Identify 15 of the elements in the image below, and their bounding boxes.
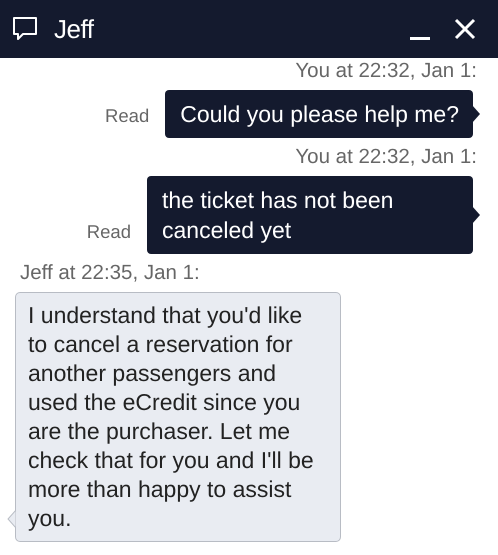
read-receipt: Read (105, 104, 150, 128)
close-icon (454, 18, 476, 40)
message-meta: You at 22:32, Jan 1: (294, 60, 478, 82)
read-receipt: Read (86, 220, 131, 244)
minimize-icon (410, 36, 430, 40)
chat-icon (12, 16, 38, 42)
message-bubble: I understand that you'd like to cancel a reservation for another passengers and used the eCredit since you are the purchaser. Let me check that for you and I'll be more than happy to assist you. (15, 292, 341, 542)
chat-title: Jeff (54, 12, 94, 46)
message-bubble: the ticket has not been canceled yet (147, 176, 473, 254)
bubble-tail-icon (7, 510, 16, 528)
bubble-tail-icon (472, 105, 481, 123)
message-meta: You at 22:32, Jan 1: (294, 146, 478, 168)
message-bubble: Could you please help me? (165, 90, 473, 138)
message-meta: Jeff at 22:35, Jan 1: (19, 262, 201, 284)
bubble-tail-icon (472, 206, 481, 224)
